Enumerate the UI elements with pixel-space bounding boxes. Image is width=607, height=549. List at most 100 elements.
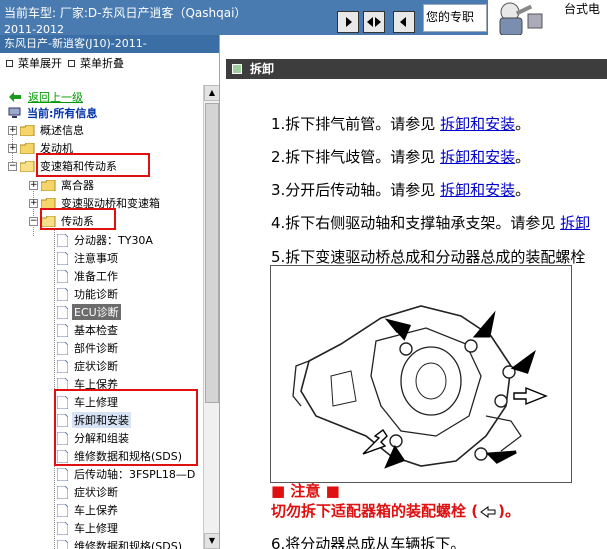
computer-icon [8,107,21,118]
document-icon [57,269,68,283]
tree-item-label: 分动器：TY30A [74,234,153,247]
expand-plus-icon[interactable]: + [29,198,38,208]
tree-item-label: 概述信息 [40,124,84,137]
tree-item-ecu-diagnosis[interactable]: ECU诊断 [57,303,121,321]
tree-item-sds[interactable]: 维修数据和规格(SDS) [57,447,184,465]
tree-item-function-diagnosis[interactable]: 功能诊断 [57,285,120,303]
step-1-link[interactable]: 拆卸和安装 [440,115,515,133]
hollow-arrow-icon [478,504,499,519]
document-icon [57,377,68,391]
tree-item-onboard-maintenance[interactable]: 车上保养 [57,375,120,393]
collapse-minus-icon[interactable]: − [29,216,38,226]
section-header: 拆卸 [226,59,607,79]
tree-item-transfer[interactable]: 分动器：TY30A [57,231,155,249]
expand-plus-icon[interactable]: + [8,125,17,135]
jump-page-button[interactable] [363,11,385,33]
tree-item-label: 车上保养 [74,504,118,517]
green-back-arrow-icon [9,92,21,102]
document-icon [57,341,68,355]
tree-item-onboard-repair-2[interactable]: 车上修理 [57,519,120,537]
brand-label: 台式电 [562,0,603,17]
step-6: 6.将分动器总成从车辆拆下。 [271,535,466,549]
section-square-icon [232,64,242,74]
tree-item-engine[interactable]: + 发动机 [8,139,75,157]
tree-item-label: 拆卸和安装 [72,412,131,428]
tree-item-label: 后传动轴：3FSPL18—D [74,468,196,481]
tree-item-label: 部件诊断 [74,342,118,355]
tree-item-drivetrain[interactable]: − 传动系 [29,212,96,230]
step-2-link[interactable]: 拆卸和安装 [440,148,515,166]
tree-item-label: 维修数据和规格(SDS) [74,450,183,463]
folder-icon [41,179,56,191]
scroll-up-icon[interactable]: ▲ [204,85,219,101]
scroll-down-icon[interactable]: ▼ [204,533,219,549]
folder-icon [20,124,35,136]
tree-item-rear-propeller-shaft[interactable]: 后传动轴：3FSPL18—D [57,465,197,483]
document-icon [57,287,68,301]
tree-item-label: 发动机 [40,142,73,155]
document-icon [57,449,68,463]
document-icon [57,521,68,535]
tree-item-label: 离合器 [61,179,94,192]
tree-item-symptom-diagnosis[interactable]: 症状诊断 [57,357,120,375]
step-3-link[interactable]: 拆卸和安装 [440,181,515,199]
tree-item-label: 车上保养 [74,378,118,391]
triangle-right-icon [400,17,406,27]
content-pane: 拆卸 1.拆下排气前管。请参见 拆卸和安装。 2.拆下排气歧管。请参见 拆卸和安… [221,35,607,549]
tree-item-onboard-repair[interactable]: 车上修理 [57,393,120,411]
double-triangle-icon [367,17,381,27]
collapse-minus-icon[interactable]: − [8,161,17,171]
square-icon [6,59,13,67]
tree-item-label: 变速驱动桥和变速箱 [61,197,160,210]
document-icon [57,233,68,247]
tree-item-label: 传动系 [61,215,94,228]
current-location-label: 当前:所有信息 [27,107,98,120]
vehicle-title: 东风日产-新逍客(J10)-2011- [0,35,219,53]
document-icon [57,413,68,427]
tree-item-overview[interactable]: + 概述信息 [8,121,86,139]
tree-item-transmission-drivetrain[interactable]: − 变速箱和传动系 [8,157,119,175]
next-page-button[interactable] [393,11,415,33]
folder-icon [41,197,56,209]
expand-menu-button[interactable]: 菜单展开 [6,55,62,71]
tree-item-symptom-diagnosis-2[interactable]: 症状诊断 [57,483,120,501]
tree-item-sds-2[interactable]: 维修数据和规格(SDS) [57,537,184,549]
expand-plus-icon[interactable]: + [8,143,17,153]
tree-item-disassembly-assembly[interactable]: 分解和组装 [57,429,131,447]
collapse-menu-button[interactable]: 菜单折叠 [68,55,124,71]
tree-item-precautions[interactable]: 注意事项 [57,249,120,267]
tree-item-label: 车上修理 [74,522,118,535]
tree-item-clutch[interactable]: + 离合器 [29,176,96,194]
document-icon [57,305,68,319]
tree-item-transaxle[interactable]: + 变速驱动桥和变速箱 [29,194,162,212]
step-3: 3.分开后传动轴。请参见 拆卸和安装。 [271,181,531,199]
tree-item-label: 症状诊断 [74,486,118,499]
scroll-thumb[interactable] [205,103,219,403]
tree-item-label: 变速箱和传动系 [40,160,117,173]
open-folder-icon [20,160,35,172]
tree-item-onboard-maintenance-2[interactable]: 车上保养 [57,501,120,519]
prev-page-button[interactable] [337,11,359,33]
tree-view: 返回上一级 当前:所有信息 + 概述信息 + 发动机 − 变速箱和传动系 + 离… [0,85,203,549]
step-4-link[interactable]: 拆卸 [560,214,590,232]
transfer-assembly-illustration [292,305,548,469]
tree-scrollbar[interactable]: ▲ ▼ [203,85,219,549]
triangle-left-icon [346,17,352,27]
collapse-menu-label: 菜单折叠 [80,57,124,70]
tree-item-label: 维修数据和规格(SDS) [74,540,183,549]
current-location: 当前:所有信息 [8,104,99,122]
expand-plus-icon[interactable]: + [29,180,38,190]
tree-item-label: 功能诊断 [74,288,118,301]
note-text: 切勿拆下适配器箱的装配螺栓 ()。 [271,502,520,520]
tree-item-label: 注意事项 [74,252,118,265]
vehicle-info: 当前车型: 厂家:D-东风日产逍客（Qashqai） [4,6,247,20]
tree-item-basic-inspection[interactable]: 基本检查 [57,321,120,339]
tree-item-preparation[interactable]: 准备工作 [57,267,120,285]
document-icon [57,323,68,337]
tree-item-removal-installation[interactable]: 拆卸和安装 [57,411,131,429]
open-folder-icon [41,215,56,227]
document-icon [57,431,68,445]
tree-item-label: 分解和组装 [74,432,129,445]
search-hint[interactable]: 您的专职 [423,4,487,32]
tree-item-component-diagnosis[interactable]: 部件诊断 [57,339,120,357]
